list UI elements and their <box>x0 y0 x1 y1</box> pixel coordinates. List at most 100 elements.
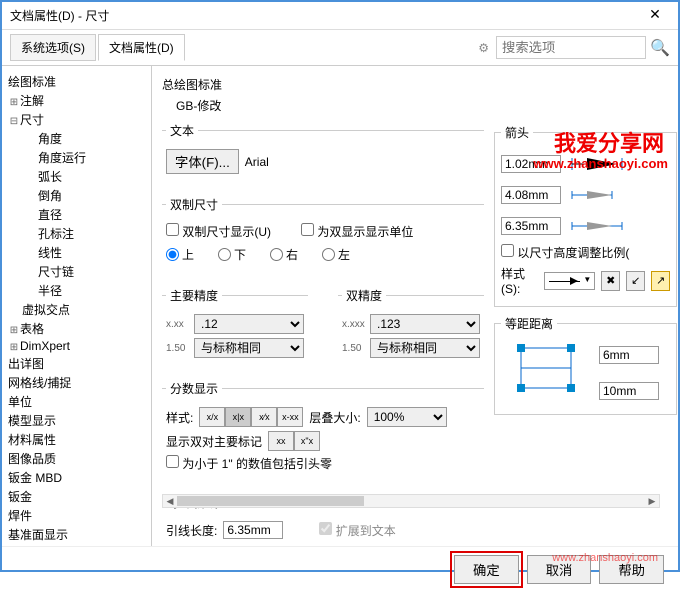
pos-top[interactable]: 上 <box>166 246 194 263</box>
tree-image-quality[interactable]: 图像品质 <box>6 449 147 468</box>
tolerance-icon: 1.50 <box>166 343 188 354</box>
dual-tol-select[interactable]: 与标称相同 <box>370 338 480 358</box>
tree-linear[interactable]: 线性 <box>6 243 147 262</box>
arrow-legend: 箭头 <box>501 124 533 141</box>
tree-virtual[interactable]: 虚拟交点 <box>6 300 147 319</box>
frac-style-4[interactable]: x-xx <box>277 407 303 427</box>
pos-right[interactable]: 右 <box>270 246 298 263</box>
tree-drawing-standard[interactable]: 绘图标准 <box>6 72 147 91</box>
overall-standard-label: 总绘图标准 <box>162 76 668 93</box>
window-title: 文档属性(D) - 尺寸 <box>10 7 640 24</box>
arrow-size-3[interactable] <box>501 217 561 235</box>
arrow-preview-2 <box>567 181 627 209</box>
tree-grid[interactable]: 网格线/捕捉 <box>6 373 147 392</box>
close-icon[interactable]: ✕ <box>640 6 670 26</box>
leading-zero-check[interactable]: 为小于 1" 的数值包括引头零 <box>166 455 332 472</box>
tree-units[interactable]: 单位 <box>6 392 147 411</box>
search-input[interactable] <box>496 36 646 59</box>
gear-icon <box>478 41 492 55</box>
primary-precision-select[interactable]: .12 <box>194 314 304 334</box>
equi-val-1[interactable] <box>599 346 659 364</box>
dual-precision-group: 双精度 x.xxx.123 1.50与标称相同 <box>338 287 484 372</box>
tree-material[interactable]: 材料属性 <box>6 430 147 449</box>
dual-precision-legend: 双精度 <box>342 287 386 304</box>
dual-precision-select[interactable]: .123 <box>370 314 480 334</box>
primary-tol-select[interactable]: 与标称相同 <box>194 338 304 358</box>
tree-weld[interactable]: 焊件 <box>6 506 147 525</box>
primary-precision-group: 主要精度 x.xx .12 1.50 与标称相同 <box>162 287 308 372</box>
collapse-icon[interactable]: ⊟ <box>8 116 20 127</box>
arrow-style-label: 样式(S): <box>501 265 538 296</box>
scroll-left-icon[interactable]: ◀ <box>163 495 177 507</box>
arrow-tool-2[interactable]: ↙ <box>626 271 645 291</box>
equidistance-group: 等距距离 <box>494 315 677 415</box>
mark-style-1[interactable]: xx <box>268 431 294 451</box>
tree-config[interactable]: 配置 <box>6 544 147 546</box>
tab-system-options[interactable]: 系统选项(S) <box>10 34 96 61</box>
frac-style-2[interactable]: x|x <box>225 407 251 427</box>
pos-bottom[interactable]: 下 <box>218 246 246 263</box>
tree-plane[interactable]: 基准面显示 <box>6 525 147 544</box>
watermark-text: 我爱分享网 <box>554 126 664 158</box>
ok-button[interactable]: 确定 <box>454 555 519 584</box>
overall-standard-value: GB-修改 <box>162 97 668 114</box>
text-group: 文本 字体(F)... Arial <box>162 122 484 188</box>
primary-precision-legend: 主要精度 <box>166 287 222 304</box>
pos-left[interactable]: 左 <box>322 246 350 263</box>
tree-dimension[interactable]: ⊟尺寸 <box>6 110 147 129</box>
equi-val-2[interactable] <box>599 382 659 400</box>
tree-annotation[interactable]: ⊞注解 <box>6 91 147 110</box>
mark-style-2[interactable]: x"x <box>294 431 320 451</box>
stack-size-select[interactable]: 100% <box>367 407 447 427</box>
leader-len-input[interactable] <box>223 521 283 539</box>
nav-tree[interactable]: 绘图标准 ⊞注解 ⊟尺寸 角度 角度运行 弧长 倒角 直径 孔标注 线性 尺寸链… <box>2 66 152 546</box>
tree-arc-len[interactable]: 弧长 <box>6 167 147 186</box>
scroll-right-icon[interactable]: ▶ <box>645 495 659 507</box>
watermark-footer: www.zhanshaoyi.com <box>552 552 658 564</box>
tree-ordinate[interactable]: 尺寸链 <box>6 262 147 281</box>
tree-chamfer[interactable]: 倒角 <box>6 186 147 205</box>
expand-icon[interactable]: ⊞ <box>8 325 20 336</box>
tree-sheet[interactable]: 钣金 <box>6 487 147 506</box>
equidistance-preview <box>501 338 591 408</box>
horizontal-scrollbar[interactable]: ◀ ▶ <box>162 494 660 508</box>
tab-doc-props[interactable]: 文档属性(D) <box>98 34 185 61</box>
tree-radius[interactable]: 半径 <box>6 281 147 300</box>
fraction-style-label: 样式: <box>166 409 193 426</box>
arrow-tool-3[interactable]: ↗ <box>651 271 670 291</box>
tree-dimxpert[interactable]: ⊞DimXpert <box>6 338 147 354</box>
scroll-thumb[interactable] <box>177 496 364 506</box>
font-button[interactable]: 字体(F)... <box>166 149 239 174</box>
precision-icon: x.xx <box>166 319 188 330</box>
dual-units-check[interactable]: 为双显示显示单位 <box>301 223 413 240</box>
equidistance-legend: 等距距离 <box>501 315 557 332</box>
tree-detailing[interactable]: 出详图 <box>6 354 147 373</box>
expand-icon[interactable]: ⊞ <box>8 342 20 353</box>
dual-legend: 双制尺寸 <box>166 196 222 213</box>
fraction-legend: 分数显示 <box>166 380 222 397</box>
tree-diameter[interactable]: 直径 <box>6 205 147 224</box>
dual-show-check[interactable]: 双制尺寸显示(U) <box>166 223 271 240</box>
tree-angle[interactable]: 角度 <box>6 129 147 148</box>
dual-group: 双制尺寸 双制尺寸显示(U) 为双显示显示单位 上 下 右 左 <box>162 196 484 279</box>
arrow-scale-check[interactable]: 以尺寸高度调整比例( <box>501 244 629 261</box>
search-icon[interactable]: 🔍 <box>650 38 670 58</box>
stack-size-label: 层叠大小: <box>309 409 360 426</box>
frac-style-1[interactable]: x/x <box>199 407 225 427</box>
text-legend: 文本 <box>166 122 198 139</box>
arrow-size-2[interactable] <box>501 186 561 204</box>
tree-model-display[interactable]: 模型显示 <box>6 411 147 430</box>
tree-angle-run[interactable]: 角度运行 <box>6 148 147 167</box>
watermark-url: www.zhanshaoyi.com <box>533 156 668 171</box>
frac-style-3[interactable]: x⁄x <box>251 407 277 427</box>
arrow-style-select[interactable] <box>544 272 595 290</box>
tree-tables[interactable]: ⊞表格 <box>6 319 147 338</box>
font-name: Arial <box>245 155 269 169</box>
tree-hole[interactable]: 孔标注 <box>6 224 147 243</box>
extend-check: 扩展到文本 <box>319 522 395 539</box>
expand-icon[interactable]: ⊞ <box>8 97 20 108</box>
tolerance-icon: 1.50 <box>342 343 364 354</box>
tree-sheet-mbd[interactable]: 钣金 MBD <box>6 468 147 487</box>
leader-len-label: 引线长度: <box>166 522 217 539</box>
arrow-tool-1[interactable]: ✖ <box>601 271 620 291</box>
